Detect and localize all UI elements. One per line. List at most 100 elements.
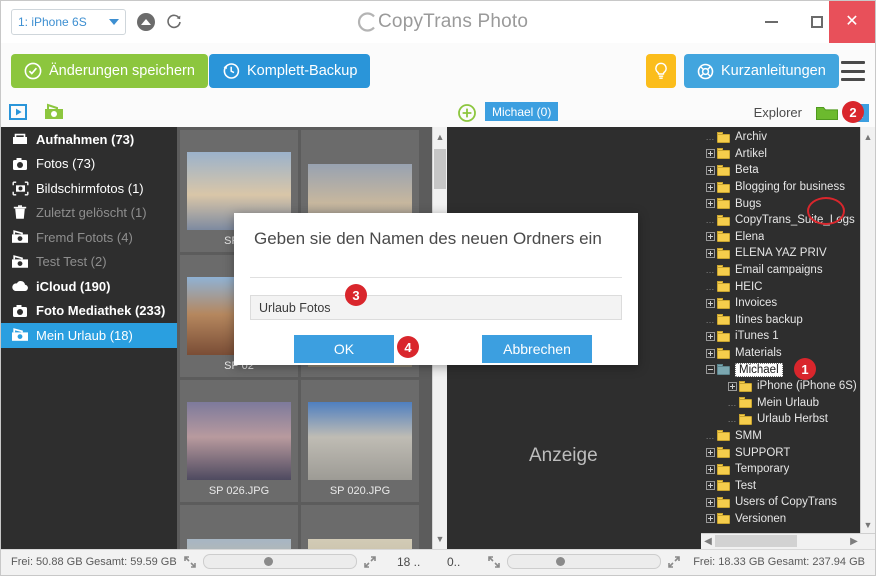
scroll-right-icon[interactable]: ▶ [847,534,861,548]
device-selector[interactable]: 1: iPhone 6S [11,9,126,35]
photo-cell[interactable] [180,505,298,549]
tree-node[interactable]: ELENA YAZ PRIV [701,245,875,262]
tree-horizontal-scrollbar[interactable]: ◀ ▶ [701,533,875,549]
expand-plus-icon[interactable] [703,199,717,209]
scrollbar-thumb[interactable] [715,535,797,547]
tree-node[interactable]: … Mein Urlaub [701,395,875,412]
zoom-in-icon[interactable] [667,555,681,569]
albums-view-icon[interactable] [43,101,65,123]
tree-node[interactable]: Versionen [701,511,875,528]
tree-leaf-marker: … [705,265,715,276]
tree-node[interactable]: … Email campaigns [701,262,875,279]
minimize-icon[interactable] [749,1,794,42]
expand-plus-icon[interactable] [703,448,717,458]
tree-node-label: Michael [735,362,783,377]
expand-plus-icon[interactable] [703,497,717,507]
expand-plus-icon[interactable] [703,464,717,474]
refresh-icon[interactable] [165,13,183,31]
tree-node[interactable]: … Archiv [701,129,875,146]
scroll-down-icon[interactable]: ▼ [861,517,875,533]
zoom-in-icon[interactable] [363,555,377,569]
tree-node[interactable]: … HEIC [701,278,875,295]
hamburger-menu-icon[interactable] [841,61,865,81]
scrollbar-thumb[interactable] [434,149,446,189]
expand-plus-icon[interactable] [703,348,717,358]
expand-plus-icon[interactable] [703,248,717,258]
zoom-slider[interactable] [507,554,661,569]
quick-guides-button[interactable]: Kurzanleitungen [684,54,839,88]
expand-plus-icon[interactable] [703,232,717,242]
tree-node[interactable]: iPhone (iPhone 6S) - [701,378,875,395]
save-changes-button[interactable]: Änderungen speichern [11,54,208,88]
sidebar-item-label: Zuletzt gelöscht (1) [36,205,147,221]
album-icon [9,328,31,342]
tree-node[interactable]: Michael [701,361,875,378]
device-view-icon[interactable] [7,101,29,123]
expand-plus-icon[interactable] [703,165,717,175]
scroll-up-icon[interactable]: ▲ [433,129,447,145]
new-folder-icon[interactable] [813,103,841,123]
sidebar-item-label: Aufnahmen (73) [36,131,135,147]
scroll-down-icon[interactable]: ▼ [433,531,447,547]
sidebar-item[interactable]: Bildschirmfotos (1) [1,176,177,201]
expand-plus-icon[interactable] [703,298,717,308]
tree-node[interactable]: Temporary [701,461,875,478]
album-tab-michael[interactable]: Michael (0) [485,102,559,121]
tree-node[interactable]: Bugs [701,195,875,212]
tree-node[interactable]: iTunes 1 [701,328,875,345]
zoom-slider[interactable] [203,554,357,569]
expand-plus-icon[interactable] [703,149,717,159]
ok-button[interactable]: OK [294,335,394,363]
photo-thumbnail [308,539,412,549]
photo-cell[interactable]: SP 026.JPG [180,380,298,502]
tree-node[interactable]: Beta [701,162,875,179]
tree-node[interactable]: Elena [701,229,875,246]
full-backup-button[interactable]: Komplett-Backup [209,54,371,88]
tree-vertical-scrollbar[interactable]: ▲ ▼ [860,127,875,535]
expand-plus-icon[interactable] [703,514,717,524]
tree-node[interactable]: Blogging for business [701,179,875,196]
folder-icon [717,198,730,210]
collapse-minus-icon[interactable] [703,365,717,375]
expand-plus-icon[interactable] [725,381,739,391]
tree-node[interactable]: Invoices [701,295,875,312]
photo-cell[interactable] [301,505,419,549]
lightbulb-icon[interactable] [646,54,676,88]
tree-node[interactable]: Materials [701,345,875,362]
cancel-button[interactable]: Abbrechen [482,335,592,363]
tree-node[interactable]: … SMM [701,428,875,445]
photo-cell[interactable]: SP 020.JPG [301,380,419,502]
sidebar-item[interactable]: Aufnahmen (73) [1,127,177,152]
expand-plus-icon[interactable] [703,182,717,192]
zoom-out-icon[interactable] [487,555,501,569]
folder-icon [717,330,730,342]
expand-plus-icon[interactable] [703,481,717,491]
sidebar-item-selected[interactable]: Mein Urlaub (18) [1,323,177,348]
tree-node[interactable]: SUPPORT [701,444,875,461]
close-icon[interactable]: ✕ [829,1,875,43]
albums-sidebar[interactable]: Aufnahmen (73) Fotos (73) Bildschirmfoto… [1,127,177,549]
expand-plus-icon[interactable] [703,331,717,341]
sidebar-item[interactable]: Fotos (73) [1,152,177,177]
sidebar-item[interactable]: Test Test (2) [1,250,177,275]
scroll-up-icon[interactable]: ▲ [861,129,875,145]
folder-icon [739,413,752,425]
folder-name-input[interactable]: Urlaub Fotos [250,295,622,320]
tree-node[interactable]: Users of CopyTrans [701,494,875,511]
app-title: CopyTrans Photo [378,11,529,32]
zoom-out-icon[interactable] [183,555,197,569]
sidebar-item[interactable]: iCloud (190) [1,274,177,299]
tree-node[interactable]: Test [701,477,875,494]
sidebar-item[interactable]: Fremd Fotots (4) [1,225,177,250]
explorer-folder-tree[interactable]: … Archiv Artikel Beta Blogging for business B… [701,127,875,549]
tree-node[interactable]: … Urlaub Herbst [701,411,875,428]
tree-node[interactable]: Artikel [701,146,875,163]
tree-node[interactable]: … Itines backup [701,312,875,329]
tree-node-label: iTunes 1 [735,330,779,343]
tree-node[interactable]: … CopyTrans_Suite_Logs [701,212,875,229]
sidebar-item[interactable]: Zuletzt gelöscht (1) [1,201,177,226]
scroll-left-icon[interactable]: ◀ [701,534,715,548]
add-album-button[interactable] [457,103,477,123]
eject-icon[interactable] [137,13,155,31]
sidebar-item[interactable]: Foto Mediathek (233) [1,299,177,324]
